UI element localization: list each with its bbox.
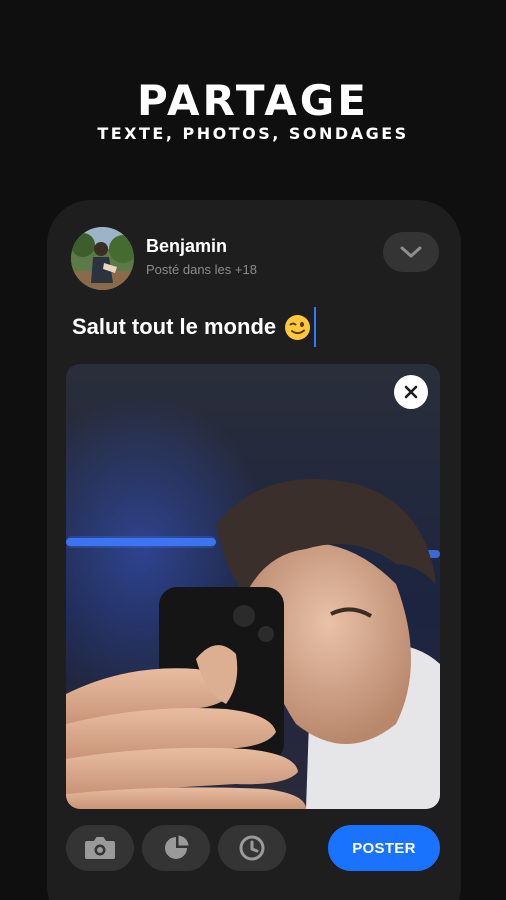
hero-title: PARTAGE [137, 76, 369, 125]
camera-icon [85, 837, 115, 859]
add-photo-button[interactable] [66, 825, 134, 871]
close-icon [404, 385, 418, 399]
post-audience-label: Posté dans les +18 [146, 262, 257, 277]
avatar[interactable] [71, 227, 134, 290]
winking-face-icon [284, 314, 311, 341]
post-composer-card: Benjamin Posté dans les +18 Salut tout l… [47, 200, 461, 900]
author-name: Benjamin [146, 236, 228, 256]
attached-photo[interactable] [66, 364, 440, 809]
post-button[interactable]: POSTER [328, 825, 440, 871]
chevron-down-icon [400, 246, 422, 258]
clock-icon [239, 835, 265, 861]
post-text-input[interactable]: Salut tout le monde [72, 307, 317, 347]
add-poll-button[interactable] [142, 825, 210, 871]
app-screen: PARTAGE TEXTE, PHOTOS, SONDAGES Benjamin… [0, 0, 506, 900]
remove-photo-button[interactable] [394, 375, 428, 409]
hero-subtitle: TEXTE, PHOTOS, SONDAGES [97, 124, 409, 143]
add-schedule-button[interactable] [218, 825, 286, 871]
text-caret [314, 307, 317, 347]
pie-chart-icon [165, 835, 189, 859]
dropdown-button[interactable] [383, 232, 439, 272]
post-text: Salut tout le monde [72, 314, 277, 339]
